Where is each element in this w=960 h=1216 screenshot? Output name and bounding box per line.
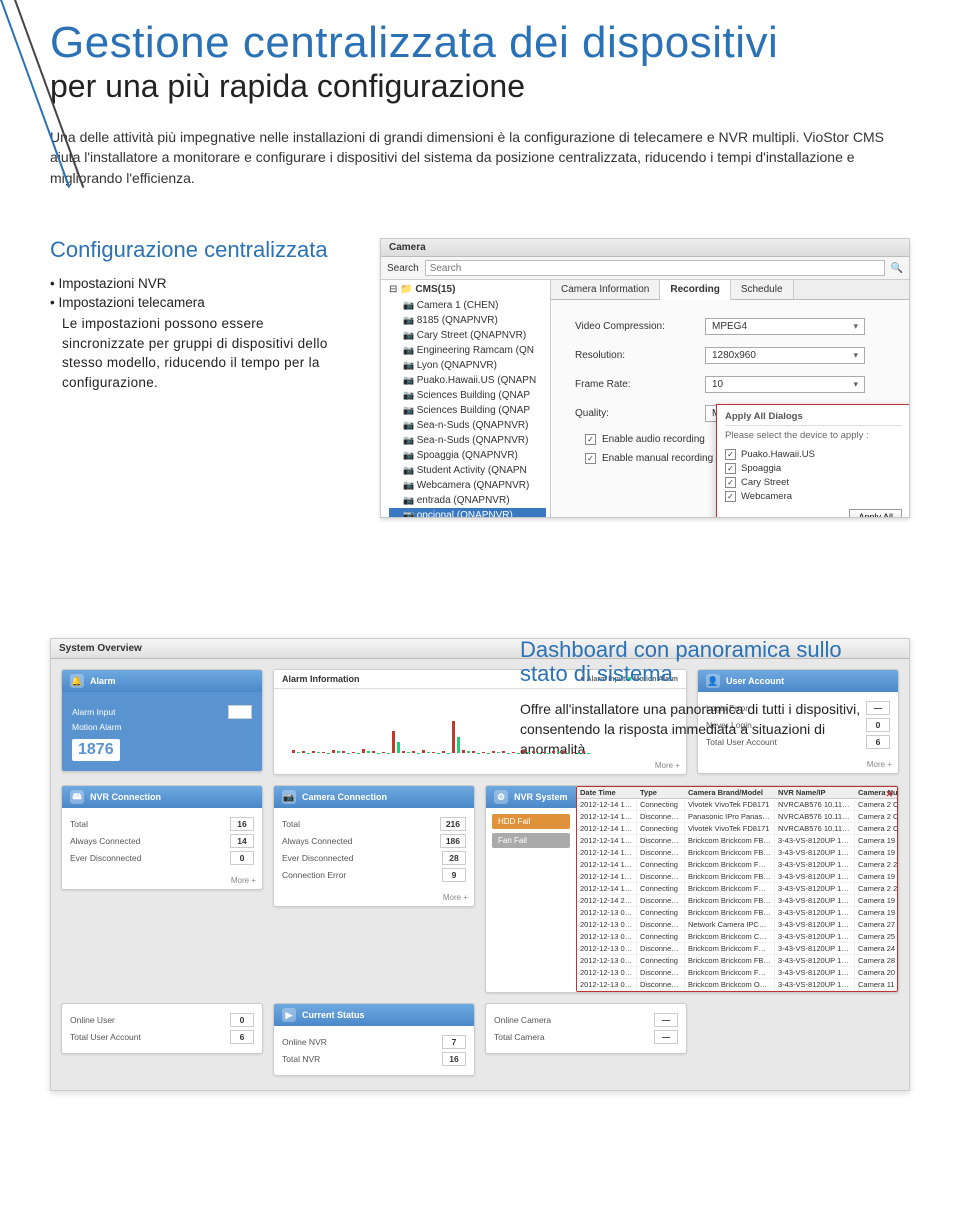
log-row[interactable]: 2012-12-13 08:28:23ConnectingBrickcom Br… xyxy=(577,907,897,919)
tab-camera-info[interactable]: Camera Information xyxy=(551,280,660,299)
tree-item[interactable]: Sea-n-Suds (QNAPNVR) xyxy=(389,418,546,433)
nvr-connection-card: 🖴NVR Connection Total16 Always Connected… xyxy=(61,785,263,890)
page-title: Gestione centralizzata dei dispositivi xyxy=(50,20,910,66)
tree-item[interactable]: Sciences Building (QNAP xyxy=(389,403,546,418)
tree-root[interactable]: CMS(15) xyxy=(389,284,546,295)
tree-item[interactable]: entrada (QNAPNVR) xyxy=(389,493,546,508)
enable-audio-checkbox[interactable] xyxy=(585,434,596,445)
log-row[interactable]: 2012-12-14 10:09:12DisconnectingBrickcom… xyxy=(577,835,897,847)
section1-heading: Configurazione centralizzata xyxy=(50,238,350,262)
dialog-title: Apply All Dialogs xyxy=(725,411,902,426)
log-row[interactable]: 2012-12-14 11:28:19ConnectingBrickcom Br… xyxy=(577,859,897,871)
camera-icon: 📷 xyxy=(282,790,296,804)
bullet-nvr: Impostazioni NVR xyxy=(50,276,350,291)
log-row[interactable]: 2012-12-13 07:58:19ConnectingBrickcom Br… xyxy=(577,931,897,943)
camera-tree[interactable]: CMS(15) Camera 1 (CHEN)8185 (QNAPNVR)Car… xyxy=(381,280,551,518)
quality-label: Quality: xyxy=(575,408,705,419)
dialog-checkbox[interactable] xyxy=(725,463,736,474)
resolution-select[interactable]: 1280x960 xyxy=(705,347,865,364)
log-row[interactable]: 2012-12-14 10:13:7DisconnectedPanasonic … xyxy=(577,811,897,823)
search-label: Search xyxy=(387,263,419,274)
log-row[interactable]: 2012-12-13 07:04:20DisconnectedBrickcom … xyxy=(577,943,897,955)
resolution-label: Resolution: xyxy=(575,350,705,361)
tree-item[interactable]: Lyon (QNAPNVR) xyxy=(389,358,546,373)
bell-icon: 🔔 xyxy=(70,674,84,688)
apply-all-button[interactable]: Apply All xyxy=(849,509,902,518)
current-status-card: ▶Current Status Online NVR7 Total NVR16 xyxy=(273,1003,475,1076)
nvr-system-card: ⚙NVR System HDD Fail Fan Fail ✕ Date Tim… xyxy=(485,785,899,993)
dialog-option-label: Spoaggia xyxy=(741,463,781,474)
more-link[interactable]: More + xyxy=(274,891,474,906)
bullet-camera: Impostazioni telecamera xyxy=(50,295,350,310)
tree-item[interactable]: Puako.Hawaii.US (QNAPN xyxy=(389,373,546,388)
log-row[interactable]: 2012-12-14 10:04:20ConnectingVivotek Viv… xyxy=(577,823,897,835)
panel-title: Camera xyxy=(381,239,909,257)
hdd-fail-badge: HDD Fail xyxy=(492,814,570,829)
tree-item[interactable]: opcional (QNAPNVR) xyxy=(389,508,546,518)
video-compression-label: Video Compression: xyxy=(575,321,705,332)
dialog-option-label: Cary Street xyxy=(741,477,789,488)
section1-para: Le impostazioni possono essere sincroniz… xyxy=(62,314,350,392)
enable-manual-checkbox[interactable] xyxy=(585,453,596,464)
enable-manual-label: Enable manual recording xyxy=(602,453,713,464)
dialog-option-label: Puako.Hawaii.US xyxy=(741,449,815,460)
apply-all-dialog: Apply All Dialogs Please select the devi… xyxy=(716,404,910,518)
chart-icon: ▶ xyxy=(282,1008,296,1022)
dialog-option-label: Webcamera xyxy=(741,491,792,502)
search-input[interactable] xyxy=(425,260,885,276)
dialog-message: Please select the device to apply : xyxy=(725,430,902,441)
more-link[interactable]: More + xyxy=(274,759,686,774)
connection-log-table[interactable]: ✕ Date TimeTypeCamera Brand/ModelNVR Nam… xyxy=(576,786,898,992)
more-link[interactable]: More + xyxy=(698,758,898,773)
log-row[interactable]: 2012-12-13 07:04:18DisconnectedBrickcom … xyxy=(577,979,897,991)
camera-connection-card: 📷Camera Connection Total216 Always Conne… xyxy=(273,785,475,907)
alarm-card: 🔔Alarm Alarm Input8 Motion Alarm 1876 xyxy=(61,669,263,772)
tree-item[interactable]: Webcamera (QNAPNVR) xyxy=(389,478,546,493)
log-row[interactable]: 2012-12-14 10:56:26ConnectingBrickcom Br… xyxy=(577,883,897,895)
gear-icon: ⚙ xyxy=(494,790,508,804)
tree-item[interactable]: Engineering Ramcam (QN xyxy=(389,343,546,358)
tree-item[interactable]: 8185 (QNAPNVR) xyxy=(389,313,546,328)
tree-item[interactable]: Camera 1 (CHEN) xyxy=(389,298,546,313)
motion-alarm-count: 1876 xyxy=(72,739,120,761)
alarm-bar-chart xyxy=(274,689,686,759)
log-row[interactable]: 2012-12-14 21:48:19DisconnectedBrickcom … xyxy=(577,895,897,907)
dialog-checkbox[interactable] xyxy=(725,477,736,488)
intro-paragraph: Una delle attività più impegnative nelle… xyxy=(50,127,900,188)
dialog-checkbox[interactable] xyxy=(725,449,736,460)
current-status-camera: Online Camera— Total Camera— xyxy=(485,1003,687,1054)
frame-rate-label: Frame Rate: xyxy=(575,379,705,390)
server-icon: 🖴 xyxy=(70,790,84,804)
current-status-user: Online User0 Total User Account6 xyxy=(61,1003,263,1054)
camera-config-panel: Camera Search 🔍 CMS(15) Camera 1 (CHEN)8… xyxy=(380,238,910,518)
search-icon[interactable]: 🔍 xyxy=(891,263,903,274)
fan-fail-badge: Fan Fail xyxy=(492,833,570,848)
log-row[interactable]: 2012-12-14 11:28:19DisconnectedBrickcom … xyxy=(577,847,897,859)
tree-item[interactable]: Student Activity (QNAPN xyxy=(389,463,546,478)
section2-heading: Dashboard con panoramica sullo stato di … xyxy=(520,638,890,686)
log-row[interactable]: 2012-12-13 07:04:20ConnectingBrickcom Br… xyxy=(577,955,897,967)
tab-recording[interactable]: Recording xyxy=(660,280,730,300)
log-row[interactable]: 2012-12-13 07:04:18DisconnectedBrickcom … xyxy=(577,967,897,979)
frame-rate-select[interactable]: 10 xyxy=(705,376,865,393)
tree-item[interactable]: Spoaggia (QNAPNVR) xyxy=(389,448,546,463)
tree-item[interactable]: Cary Street (QNAPNVR) xyxy=(389,328,546,343)
tree-item[interactable]: Sciences Building (QNAP xyxy=(389,388,546,403)
more-link[interactable]: More + xyxy=(62,874,262,889)
close-icon[interactable]: ✕ xyxy=(885,789,893,800)
dialog-checkbox[interactable] xyxy=(725,491,736,502)
page-subtitle: per una più rapida configurazione xyxy=(50,68,910,105)
tree-item[interactable]: Sea-n-Suds (QNAPNVR) xyxy=(389,433,546,448)
video-compression-select[interactable]: MPEG4 xyxy=(705,318,865,335)
log-row[interactable]: 2012-12-13 08:28:23DisconnectedNetwork C… xyxy=(577,919,897,931)
log-row[interactable]: 2012-12-14 11:18:19DisconnectedBrickcom … xyxy=(577,871,897,883)
enable-audio-label: Enable audio recording xyxy=(602,434,705,445)
tab-schedule[interactable]: Schedule xyxy=(731,280,794,299)
log-row[interactable]: 2012-12-14 10:17:59ConnectingVivotek Viv… xyxy=(577,799,897,811)
